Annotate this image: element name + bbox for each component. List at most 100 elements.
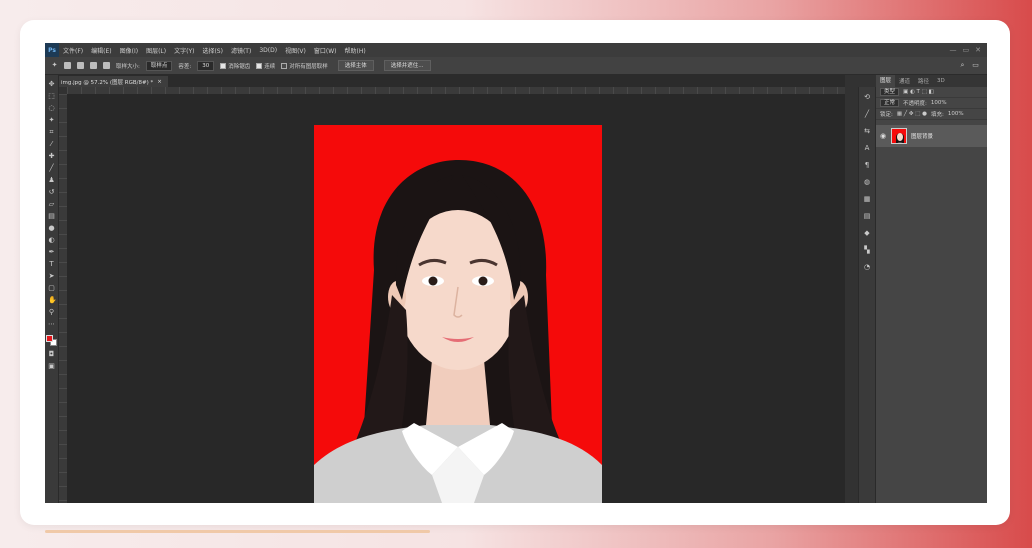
blend-mode-select[interactable]: 正常 [880, 99, 900, 107]
sample-all-checkbox[interactable]: 对所有图层取样 [281, 62, 328, 70]
fill-label: 填充: [930, 112, 944, 118]
type-icon[interactable]: T [48, 261, 55, 268]
eyedropper-icon[interactable]: ⁄ [48, 141, 55, 148]
document-tab[interactable]: img.jpg @ 57.2% (图层 RGB/8#) * × [55, 76, 168, 87]
stamp-icon[interactable]: ♟ [48, 177, 55, 184]
menu-bar: Ps 文件(F) 编辑(E) 图像(I) 图层(L) 文字(Y) 选择(S) 滤… [45, 43, 987, 57]
workspace-icon[interactable]: ▭ [972, 62, 979, 69]
layers-icon[interactable]: ◆ [863, 229, 871, 237]
shape-icon[interactable]: ▢ [48, 285, 55, 292]
color-swatches[interactable] [46, 335, 57, 346]
menu-type[interactable]: 文字(Y) [170, 46, 198, 55]
canvas-area[interactable] [67, 94, 845, 503]
crop-icon[interactable]: ⌗ [48, 129, 55, 136]
menu-edit[interactable]: 编辑(E) [87, 46, 115, 55]
eraser-icon[interactable]: ▱ [48, 201, 55, 208]
tab-channels[interactable]: 通道 [895, 77, 914, 85]
sample-size-select[interactable]: 取样点 [145, 60, 173, 71]
document-tab-row: img.jpg @ 57.2% (图层 RGB/8#) * × [55, 75, 845, 87]
menu-select[interactable]: 选择(S) [198, 46, 227, 55]
menu-view[interactable]: 视图(V) [281, 46, 310, 55]
move-icon[interactable]: ✥ [48, 81, 55, 88]
dodge-icon[interactable]: ◐ [48, 237, 55, 244]
layer-thumbnail [891, 128, 907, 144]
tab-layers[interactable]: 图层 [876, 75, 896, 87]
brush-settings-icon[interactable]: ╱ [863, 110, 871, 118]
layer-item[interactable]: ◉ 图层背景 [876, 125, 987, 147]
menu-layer[interactable]: 图层(L) [142, 46, 170, 55]
layer-name[interactable]: 图层背景 [911, 132, 933, 140]
marquee-icon[interactable]: ⬚ [48, 93, 55, 100]
tolerance-input[interactable]: 30 [197, 60, 215, 71]
color-icon[interactable]: ◍ [863, 178, 871, 186]
app-logo: Ps [45, 43, 59, 57]
layer-kind-select[interactable]: 类型 [880, 88, 900, 96]
close-icon[interactable]: ✕ [975, 46, 981, 54]
zoom-icon[interactable]: ⚲ [48, 309, 55, 316]
healing-icon[interactable]: ✚ [48, 153, 55, 160]
channels-icon[interactable]: ▚ [863, 246, 871, 254]
blend-row: 正常 不透明度: 100% [876, 98, 987, 109]
portrait-image [314, 160, 602, 503]
libraries-icon[interactable]: ▤ [863, 212, 871, 220]
menu-window[interactable]: 窗口(W) [310, 46, 341, 55]
magic-wand-icon[interactable]: ✦ [48, 117, 55, 124]
blur-icon[interactable]: ● [48, 225, 55, 232]
pen-icon[interactable]: ✒ [48, 249, 55, 256]
ruler-vertical[interactable] [59, 94, 67, 503]
gradient-icon[interactable]: ▤ [48, 213, 55, 220]
sample-size-label: 取样大小: [116, 63, 140, 70]
layers-panel: 图层 通道 路径 3D 类型 ▣ ◐ T ⬚ ◧ 正常 不透明度: 100% 锁… [876, 75, 987, 503]
select-subject-button[interactable]: 选择主体 [337, 60, 374, 71]
fill-value[interactable]: 100% [948, 111, 964, 117]
sample-all-label: 对所有图层取样 [289, 63, 328, 70]
lasso-icon[interactable]: ◌ [48, 105, 55, 112]
magic-wand-icon[interactable]: ✦ [51, 62, 58, 69]
tab-paths[interactable]: 路径 [914, 77, 933, 85]
screen-mode-icon[interactable]: ▣ [48, 363, 55, 370]
swatches-icon[interactable]: ▦ [863, 195, 871, 203]
contiguous-checkbox[interactable]: 连续 [256, 62, 275, 70]
lock-row: 锁定: ▦ ╱ ✥ ⬚ ● 填充: 100% [876, 109, 987, 120]
new-selection-icon[interactable] [64, 62, 71, 69]
quick-mask-icon[interactable]: ◘ [48, 351, 55, 358]
history-brush-icon[interactable]: ↺ [48, 189, 55, 196]
paragraph-icon[interactable]: ¶ [863, 161, 871, 169]
menu-help[interactable]: 帮助(H) [341, 46, 370, 55]
more-tools-icon[interactable]: ⋯ [48, 321, 55, 328]
ruler-horizontal[interactable] [67, 87, 845, 94]
menu-file[interactable]: 文件(F) [59, 46, 87, 55]
document-tab-label: img.jpg @ 57.2% (图层 RGB/8#) * [61, 79, 154, 86]
adjust-icon[interactable]: ⇆ [863, 127, 871, 135]
path-select-icon[interactable]: ➤ [48, 273, 55, 280]
intersect-selection-icon[interactable] [103, 62, 110, 69]
tab-3d[interactable]: 3D [933, 78, 949, 84]
search-icon[interactable]: ⌕ [959, 62, 966, 69]
minimize-icon[interactable]: — [950, 46, 957, 54]
lock-label: 锁定: [880, 112, 893, 118]
character-icon[interactable]: A [863, 144, 871, 152]
brush-icon[interactable]: ╱ [48, 165, 55, 172]
lock-icons[interactable]: ▦ ╱ ✥ ⬚ ● [897, 111, 927, 117]
document-tab-close[interactable]: × [157, 79, 162, 85]
hand-icon[interactable]: ✋ [48, 297, 57, 304]
antialias-label: 消除锯齿 [228, 63, 251, 70]
filter-icons[interactable]: ▣ ◐ T ⬚ ◧ [903, 89, 934, 95]
id-photo[interactable] [314, 125, 602, 503]
tools-panel: ✥ ⬚ ◌ ✦ ⌗ ⁄ ✚ ╱ ♟ ↺ ▱ ▤ ● ◐ ✒ T ➤ ▢ ✋ ⚲ … [45, 75, 59, 503]
antialias-checkbox[interactable]: 消除锯齿 [220, 62, 250, 70]
paths-icon[interactable]: ◔ [863, 263, 871, 271]
opacity-label: 不透明度: [903, 101, 927, 107]
foreground-color-swatch[interactable] [46, 335, 53, 342]
decorative-underline [45, 530, 430, 533]
menu-image[interactable]: 图像(I) [116, 46, 142, 55]
history-icon[interactable]: ⟲ [863, 93, 871, 101]
maximize-icon[interactable]: ▭ [963, 46, 970, 54]
opacity-value[interactable]: 100% [931, 100, 947, 106]
visibility-eye-icon[interactable]: ◉ [880, 132, 887, 140]
menu-3d[interactable]: 3D(D) [255, 47, 281, 54]
menu-filter[interactable]: 滤镜(T) [227, 46, 255, 55]
select-and-mask-button[interactable]: 选择并遮住... [383, 60, 431, 71]
subtract-selection-icon[interactable] [90, 62, 97, 69]
add-selection-icon[interactable] [77, 62, 84, 69]
